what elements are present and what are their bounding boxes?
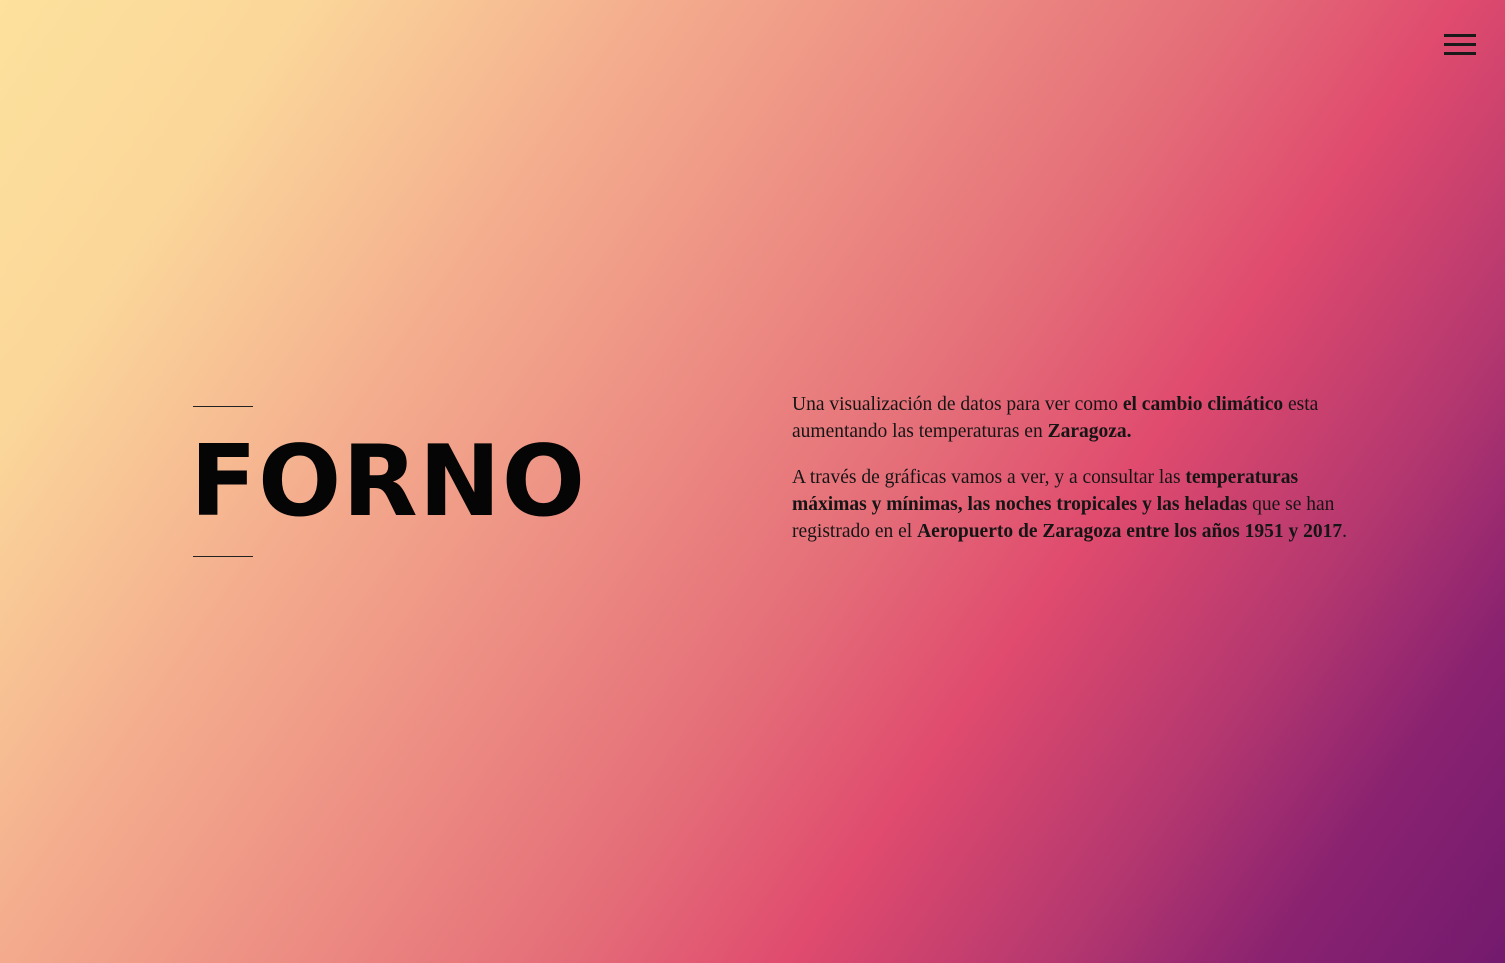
menu-line [1444,34,1476,37]
title-divider-top [193,406,253,407]
intro-text-segment: Una visualización de datos para ver como [792,394,1123,415]
intro-highlight-climate-change: el cambio climático [1122,394,1284,415]
intro-highlight-zaragoza: Zaragoza. [1047,421,1132,442]
intro-highlight-airport-years: Aeropuerto de Zaragoza entre los años 19… [917,521,1343,542]
menu-line [1444,43,1476,46]
intro-paragraph-1: Una visualización de datos para ver como… [792,391,1357,445]
intro-paragraph-2: A través de gráficas vamos a ver, y a co… [792,464,1357,545]
hamburger-menu-icon[interactable] [1444,34,1476,58]
intro-text: Una visualización de datos para ver como… [792,391,1357,564]
hero-title-block: FORNO [190,406,613,558]
intro-text-segment: A través de gráficas vamos a ver, y a co… [792,467,1186,488]
title-divider-bottom [193,556,253,557]
menu-line [1444,52,1476,55]
intro-text-segment: . [1342,521,1347,542]
page-title: FORNO [190,425,587,539]
